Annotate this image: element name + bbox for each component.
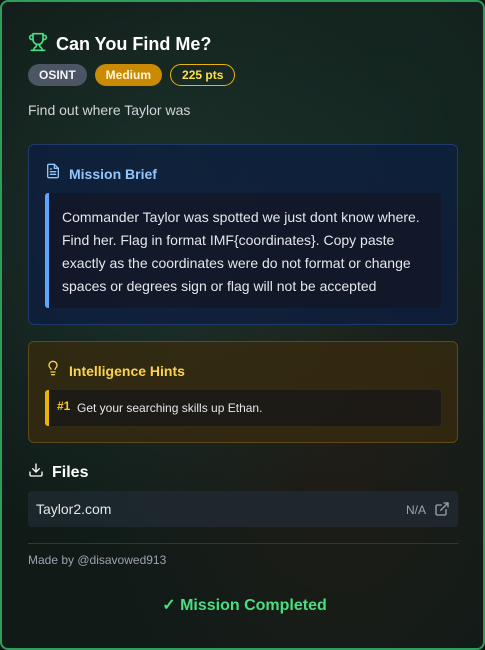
file-item[interactable]: Taylor2.com N/A	[28, 491, 458, 527]
challenge-header: Can You Find Me?	[28, 32, 211, 57]
hint-item: #1 Get your searching skills up Ethan.	[45, 390, 441, 426]
files-title: Files	[52, 463, 89, 481]
mission-brief-panel: Mission Brief Commander Taylor was spott…	[28, 144, 458, 325]
points-badge: 225 pts	[170, 64, 236, 86]
mission-brief-title: Mission Brief	[69, 165, 157, 182]
challenge-badges: OSINT Medium 225 pts	[28, 64, 236, 86]
lightbulb-icon	[45, 360, 61, 381]
file-name[interactable]: Taylor2.com	[36, 501, 111, 517]
challenge-card: Can You Find Me? OSINT Medium 225 pts Fi…	[0, 0, 485, 650]
footer-divider	[28, 543, 458, 544]
file-size: N/A	[405, 503, 426, 517]
category-badge: OSINT	[28, 64, 87, 86]
intelligence-hints-panel: Intelligence Hints #1 Get your searching…	[28, 341, 458, 443]
hint-number: #1	[57, 399, 71, 413]
document-icon	[45, 163, 61, 184]
hints-title: Intelligence Hints	[69, 362, 185, 379]
mission-completed-status: ✓ Mission Completed	[162, 597, 327, 614]
difficulty-badge: Medium	[94, 64, 163, 86]
mission-brief-text: Commander Taylor was spotted we just don…	[45, 193, 441, 308]
hints-header: Intelligence Hints	[45, 360, 185, 381]
author-credit: Made by @disavowed913	[28, 553, 167, 567]
external-link-icon[interactable]	[434, 501, 450, 517]
files-header: Files	[28, 462, 88, 483]
trophy-icon	[28, 32, 48, 57]
challenge-description: Find out where Taylor was	[28, 102, 191, 118]
challenge-title: Can You Find Me?	[56, 34, 212, 54]
mission-brief-header: Mission Brief	[45, 163, 157, 184]
download-icon	[28, 462, 44, 483]
hint-text: Get your searching skills up Ethan.	[77, 401, 263, 415]
